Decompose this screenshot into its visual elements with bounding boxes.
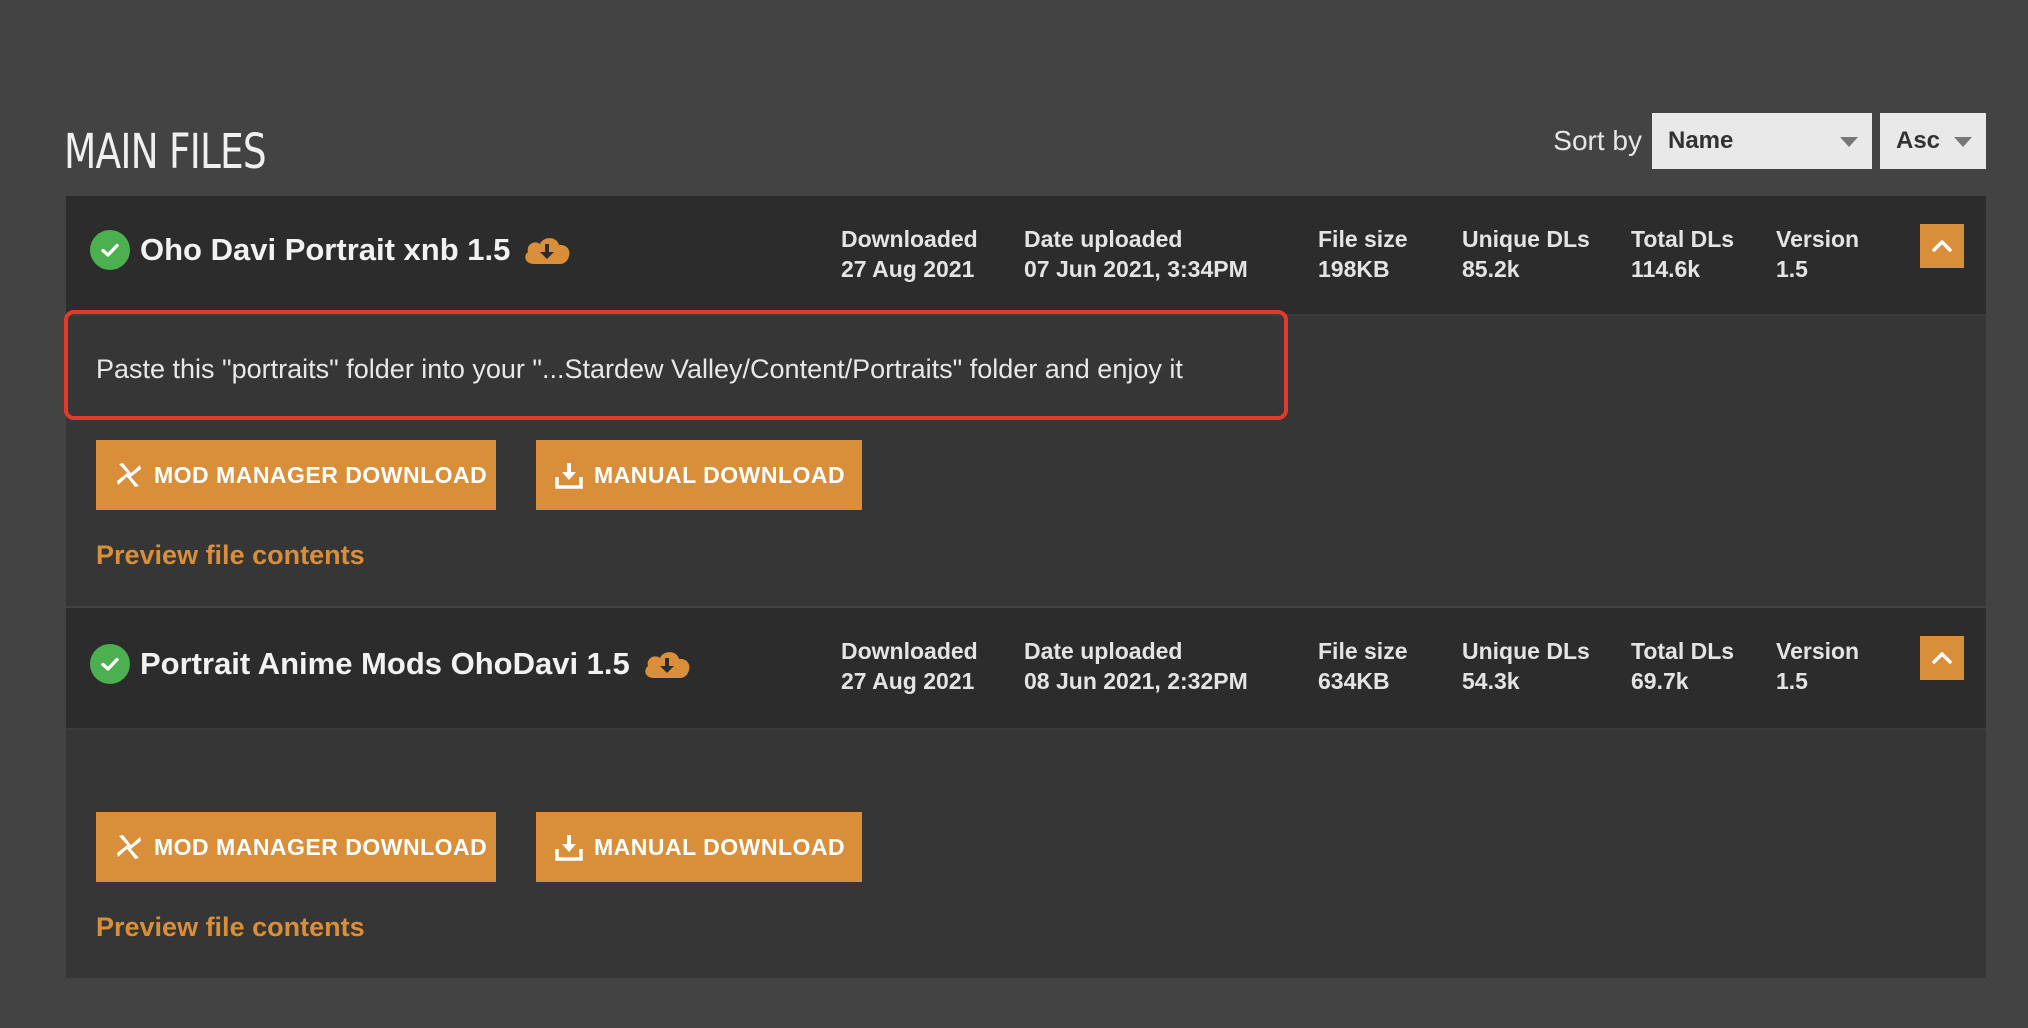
stat-label: File size <box>1318 638 1408 664</box>
stat-label: Date uploaded <box>1024 638 1183 664</box>
stat-value: 198KB <box>1318 256 1390 282</box>
stat-label: Total DLs <box>1631 638 1735 664</box>
manual-download-button[interactable]: MANUAL DOWNLOAD <box>536 440 862 510</box>
file-name: Oho Davi Portrait xnb 1.5 <box>140 230 574 270</box>
stat-value: 27 Aug 2021 <box>841 256 975 282</box>
stat-value: 54.3k <box>1462 668 1520 694</box>
sort-field-select[interactable]: Name <box>1652 113 1872 169</box>
vortex-fan-icon <box>117 463 141 487</box>
stat-label: Unique DLs <box>1462 226 1590 252</box>
stat-version: Version 1.5 <box>1776 636 1859 696</box>
sort-field-value: Name <box>1668 127 1734 154</box>
stat-value: 1.5 <box>1776 668 1808 694</box>
stat-date-uploaded: Date uploaded 07 Jun 2021, 3:34PM <box>1024 224 1248 284</box>
file-name-text: Oho Davi Portrait xnb 1.5 <box>140 232 511 267</box>
stat-label: Downloaded <box>841 226 978 252</box>
manual-download-label: MANUAL DOWNLOAD <box>594 833 846 860</box>
stat-value: 1.5 <box>1776 256 1808 282</box>
stat-label: File size <box>1318 226 1408 252</box>
file-item: Portrait Anime Mods OhoDavi 1.5 Download… <box>66 608 1986 978</box>
stat-value: 85.2k <box>1462 256 1520 282</box>
chevron-up-icon <box>1932 652 1952 664</box>
mod-manager-download-button[interactable]: MOD MANAGER DOWNLOAD <box>96 812 496 882</box>
main-files-page: MAIN FILES Sort by Name Asc Oho Davi Por… <box>0 0 2028 1028</box>
stat-total-dls: Total DLs 114.6k <box>1631 224 1734 284</box>
file-header[interactable]: Oho Davi Portrait xnb 1.5 Downloaded 27 … <box>66 196 1986 316</box>
stat-downloaded: Downloaded 27 Aug 2021 <box>841 636 978 696</box>
chevron-up-icon <box>1932 240 1952 252</box>
stat-label: Date uploaded <box>1024 226 1183 252</box>
chevron-down-icon <box>1954 137 1972 147</box>
stat-value: 07 Jun 2021, 3:34PM <box>1024 256 1248 282</box>
collapse-button[interactable] <box>1920 224 1964 268</box>
stat-version: Version 1.5 <box>1776 224 1859 284</box>
sort-label: Sort by <box>1553 125 1642 156</box>
file-description: Paste this "portraits" folder into your … <box>96 354 1183 384</box>
stat-downloaded: Downloaded 27 Aug 2021 <box>841 224 978 284</box>
stat-unique-dls: Unique DLs 54.3k <box>1462 636 1590 696</box>
stat-label: Downloaded <box>841 638 978 664</box>
section-title: MAIN FILES <box>64 124 267 180</box>
cloud-download-icon <box>640 646 694 682</box>
file-name-text: Portrait Anime Mods OhoDavi 1.5 <box>140 646 630 681</box>
stat-label: Version <box>1776 638 1860 664</box>
file-header[interactable]: Portrait Anime Mods OhoDavi 1.5 Download… <box>66 608 1986 730</box>
sort-order-select[interactable]: Asc <box>1880 113 1986 169</box>
stat-unique-dls: Unique DLs 85.2k <box>1462 224 1590 284</box>
manual-download-button[interactable]: MANUAL DOWNLOAD <box>536 812 862 882</box>
stat-value: 27 Aug 2021 <box>841 668 975 694</box>
mod-manager-download-button[interactable]: MOD MANAGER DOWNLOAD <box>96 440 496 510</box>
collapse-button[interactable] <box>1920 636 1964 680</box>
stat-date-uploaded: Date uploaded 08 Jun 2021, 2:32PM <box>1024 636 1248 696</box>
file-item: Oho Davi Portrait xnb 1.5 Downloaded 27 … <box>64 196 1986 606</box>
download-tray-icon <box>555 835 583 861</box>
stat-label: Version <box>1776 226 1860 252</box>
stat-value: 69.7k <box>1631 668 1689 694</box>
mod-manager-download-label: MOD MANAGER DOWNLOAD <box>154 461 488 488</box>
preview-file-contents-link[interactable]: Preview file contents <box>96 912 365 943</box>
check-circle-icon <box>90 644 130 684</box>
chevron-down-icon <box>1840 137 1858 147</box>
sort-order-value: Asc <box>1896 127 1941 154</box>
manual-download-label: MANUAL DOWNLOAD <box>594 461 846 488</box>
stat-value: 08 Jun 2021, 2:32PM <box>1024 668 1248 694</box>
stat-total-dls: Total DLs 69.7k <box>1631 636 1734 696</box>
check-circle-icon <box>90 230 130 270</box>
stat-label: Total DLs <box>1631 226 1735 252</box>
stat-label: Unique DLs <box>1462 638 1590 664</box>
cloud-download-icon <box>520 232 574 268</box>
download-tray-icon <box>555 463 583 489</box>
preview-file-contents-link[interactable]: Preview file contents <box>96 540 365 571</box>
vortex-fan-icon <box>117 835 141 859</box>
file-name: Portrait Anime Mods OhoDavi 1.5 <box>140 644 694 684</box>
mod-manager-download-label: MOD MANAGER DOWNLOAD <box>154 833 488 860</box>
stat-file-size: File size 198KB <box>1318 224 1407 284</box>
stat-value: 634KB <box>1318 668 1390 694</box>
stat-file-size: File size 634KB <box>1318 636 1407 696</box>
sort-controls: Sort by Name Asc <box>1553 113 1986 169</box>
stat-value: 114.6k <box>1631 256 1701 282</box>
